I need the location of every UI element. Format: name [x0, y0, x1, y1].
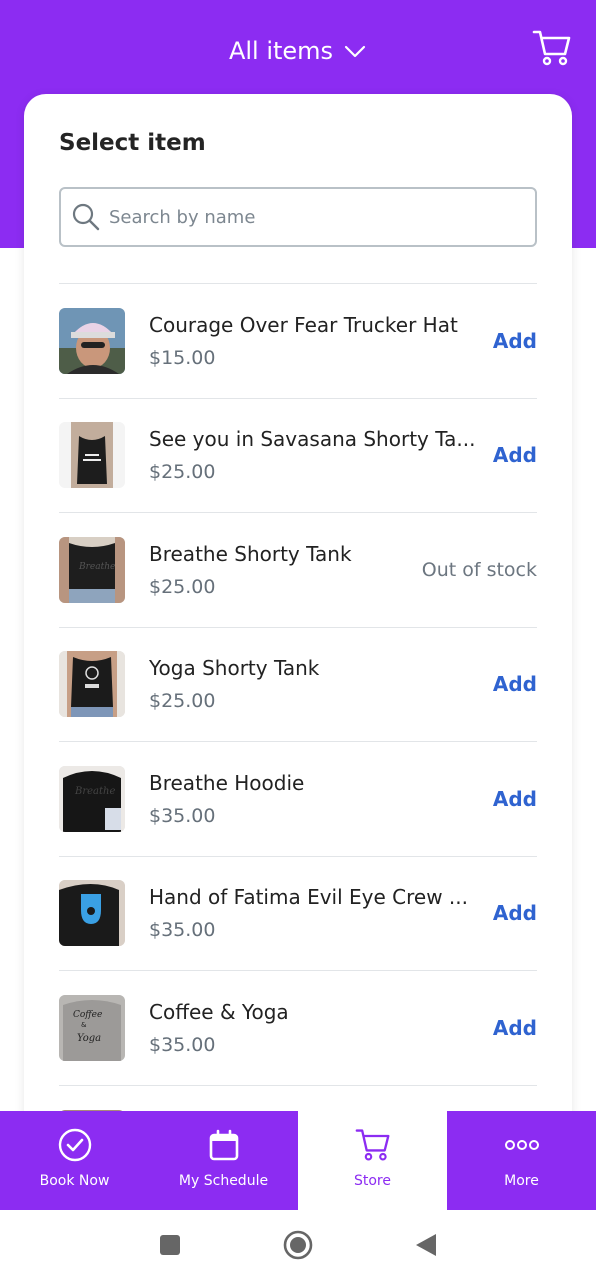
cart-icon — [532, 29, 572, 71]
tab-label: Store — [353, 1173, 391, 1189]
tab-label: More — [504, 1173, 539, 1189]
cart-button[interactable] — [530, 28, 574, 72]
item-price: $25.00 — [149, 575, 216, 598]
list-item[interactable]: Hand of Fatima Evil Eye Crew ... $35.00 … — [59, 855, 537, 971]
item-price: $15.00 — [149, 346, 216, 369]
item-name: Yoga Shorty Tank — [149, 656, 320, 681]
add-button[interactable]: Add — [493, 329, 537, 353]
item-name: Breathe Shorty Tank — [149, 541, 352, 566]
more-dots-icon — [504, 1127, 540, 1163]
list-item: Breathe Breathe Shorty Tank $25.00 Out o… — [59, 512, 537, 627]
card-title: Select item — [59, 130, 206, 156]
add-button[interactable]: Add — [493, 1016, 537, 1040]
category-title: All items — [228, 37, 334, 65]
item-price: $25.00 — [149, 690, 216, 713]
svg-text:Breathe: Breathe — [74, 786, 115, 797]
tab-label: Book Now — [39, 1173, 110, 1189]
svg-text:Coffee: Coffee — [73, 1010, 102, 1020]
back-button[interactable] — [410, 1229, 442, 1261]
item-name: See you in Savasana Shorty Ta... — [149, 427, 476, 452]
item-name: Hand of Fatima Evil Eye Crew ... — [149, 885, 468, 910]
add-button[interactable]: Add — [493, 901, 537, 925]
item-thumbnail — [59, 880, 125, 947]
svg-text:Breathe: Breathe — [78, 562, 115, 572]
chevron-down-icon — [343, 39, 367, 63]
home-button[interactable] — [282, 1229, 314, 1261]
search-box[interactable] — [59, 187, 537, 247]
item-thumbnail — [59, 651, 125, 718]
item-price: $35.00 — [149, 1033, 216, 1056]
item-name: Courage Over Fear Trucker Hat — [149, 312, 458, 337]
select-item-card: Select item Search by name Courage Over … — [24, 94, 572, 1134]
search-icon — [71, 202, 101, 232]
list-item[interactable]: Yoga Shorty Tank $25.00 Add — [59, 626, 537, 742]
add-button[interactable]: Add — [493, 787, 537, 811]
item-thumbnail: Breathe — [59, 765, 125, 832]
system-navigation-bar — [0, 1210, 596, 1280]
tab-store[interactable]: Store — [298, 1111, 447, 1210]
svg-text:Yoga: Yoga — [77, 1033, 101, 1044]
recents-button[interactable] — [154, 1229, 186, 1261]
item-thumbnail — [59, 422, 125, 489]
item-list: Courage Over Fear Trucker Hat $15.00 Add… — [59, 283, 537, 1134]
item-name: Coffee & Yoga — [149, 999, 289, 1024]
bottom-tab-bar: Book Now My Schedule Store More — [0, 1111, 596, 1210]
tab-more[interactable]: More — [447, 1111, 596, 1210]
tab-label: My Schedule — [178, 1173, 269, 1189]
item-thumbnail: Breathe — [59, 536, 125, 603]
list-item[interactable]: Courage Over Fear Trucker Hat $15.00 Add — [59, 283, 537, 398]
item-price: $35.00 — [149, 919, 216, 942]
add-button[interactable]: Add — [493, 443, 537, 467]
add-button[interactable]: Add — [493, 672, 537, 696]
cart-icon — [355, 1127, 391, 1163]
calendar-icon — [206, 1127, 242, 1163]
search-input[interactable] — [109, 206, 529, 228]
category-selector[interactable]: All items — [0, 30, 596, 72]
item-price: $35.00 — [149, 804, 216, 827]
item-thumbnail: Coffee & Yoga — [59, 994, 125, 1061]
list-item[interactable]: See you in Savasana Shorty Ta... $25.00 … — [59, 397, 537, 513]
out-of-stock-label: Out of stock — [421, 558, 537, 581]
check-circle-icon — [57, 1127, 93, 1163]
item-price: $25.00 — [149, 461, 216, 484]
list-item[interactable]: Breathe Breathe Hoodie $35.00 Add — [59, 741, 537, 856]
tab-my-schedule[interactable]: My Schedule — [149, 1111, 298, 1210]
tab-book-now[interactable]: Book Now — [0, 1111, 149, 1210]
list-item[interactable]: Coffee & Yoga Coffee & Yoga $35.00 Add — [59, 970, 537, 1085]
item-thumbnail — [59, 307, 125, 374]
item-name: Breathe Hoodie — [149, 770, 305, 795]
svg-text:&: & — [81, 1021, 87, 1029]
